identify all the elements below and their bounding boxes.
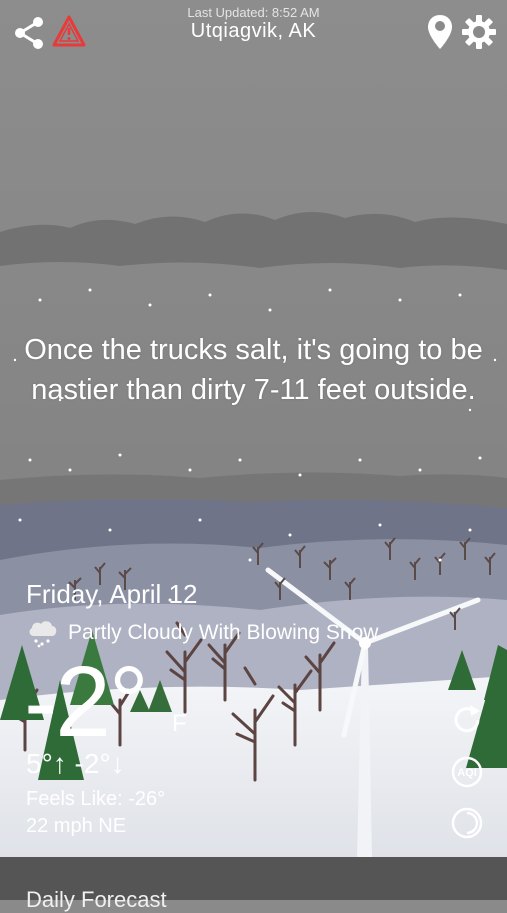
weather-quote: Once the trucks salt, it's going to be n… — [24, 334, 483, 406]
svg-text:AQI: AQI — [457, 767, 477, 779]
cloud-snow-icon — [29, 621, 57, 648]
current-date: Friday, April 12 — [26, 579, 198, 609]
map-pin-icon[interactable] — [427, 14, 453, 50]
radar-icon[interactable] — [450, 806, 484, 840]
current-temperature: -2° — [24, 646, 149, 758]
temperature-unit: F — [172, 710, 187, 737]
aqi-icon[interactable]: AQI — [450, 755, 484, 789]
daily-forecast-label[interactable]: Daily Forecast — [26, 887, 167, 913]
wind: 22 mph NE — [26, 815, 127, 837]
condition-text: Partly Cloudy With Blowing Snow — [68, 621, 379, 644]
condition-row: Partly Cloudy With Blowing Snow — [26, 618, 378, 648]
high-low-temperature: 5°↑ -2°↓ — [26, 748, 125, 779]
feels-like: Feels Like: -26° — [26, 788, 166, 810]
gear-icon[interactable] — [461, 14, 497, 50]
refresh-icon[interactable] — [450, 703, 484, 737]
